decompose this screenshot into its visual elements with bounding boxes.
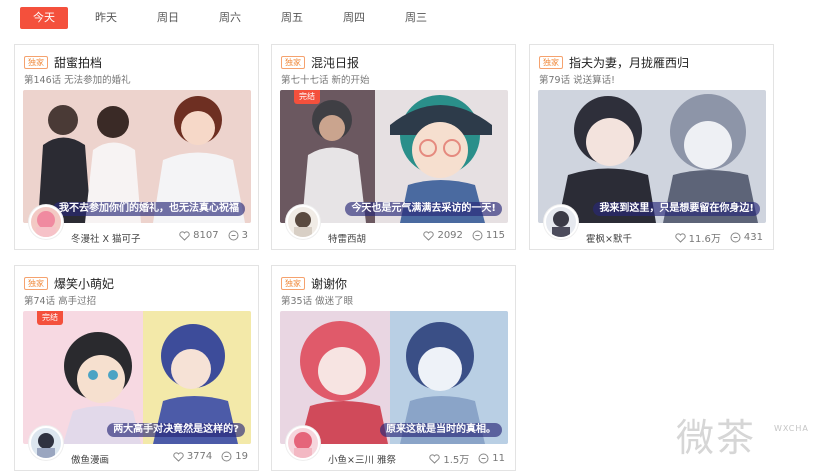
author-avatar[interactable] (286, 426, 320, 460)
comment-bubble-icon (228, 230, 239, 241)
comic-cover[interactable]: 完结 两大高手对决竟然是这样的? (23, 311, 251, 444)
like-count[interactable]: 3774 (173, 451, 212, 462)
comment-count-value: 3 (241, 230, 248, 241)
author-name[interactable]: 小鱼×三川 雅祭 (328, 452, 396, 466)
watermark-subtext: WXCHA (774, 424, 809, 433)
tab-thursday[interactable]: 周四 (330, 7, 378, 29)
heart-icon (179, 230, 190, 241)
tab-wednesday[interactable]: 周三 (392, 7, 440, 29)
comic-title[interactable]: 谢谢你 (311, 275, 347, 292)
author-name[interactable]: 特雷西胡 (328, 231, 366, 245)
exclusive-badge: 独家 (539, 55, 563, 69)
like-count[interactable]: 8107 (179, 230, 219, 241)
cover-caption: 今天也是元气满满去采访的一天! (345, 202, 502, 216)
exclusive-badge: 独家 (281, 276, 305, 290)
card-stats: 1.5万 11 (420, 451, 505, 466)
cover-caption: 原来这就是当时的真相。 (380, 423, 502, 437)
comment-count[interactable]: 11 (478, 453, 505, 464)
comment-count[interactable]: 19 (221, 451, 248, 462)
comic-card[interactable]: 独家 甜蜜拍档 第146话 无法参加的婚礼 我不去参加你们的婚礼，也无法真心祝福… (14, 44, 259, 250)
tab-friday[interactable]: 周五 (268, 7, 316, 29)
cover-caption: 我不去参加你们的婚礼，也无法真心祝福 (53, 202, 245, 216)
cover-caption: 两大高手对决竟然是这样的? (107, 423, 245, 437)
exclusive-badge: 独家 (24, 55, 48, 69)
episode-title[interactable]: 第74话 高手过招 (24, 293, 96, 307)
author-name[interactable]: 霍枫×默千 (586, 231, 632, 245)
comic-cover[interactable]: 我不去参加你们的婚礼，也无法真心祝福 (23, 90, 251, 223)
comment-bubble-icon (221, 451, 232, 462)
like-count[interactable]: 1.5万 (429, 451, 469, 466)
comic-cover[interactable]: 我来到这里，只是想要留在你身边! (538, 90, 766, 223)
card-stats: 2092 115 (414, 230, 505, 241)
comic-card[interactable]: 独家 爆笑小萌妃 第74话 高手过招 完结 两大高手对决竟然是这样的? 傲鱼漫画… (14, 265, 259, 471)
author-avatar[interactable] (29, 426, 63, 460)
author-name[interactable]: 冬漫社 X 猫可子 (71, 231, 141, 245)
day-tabs: 今天 昨天 周日 周六 周五 周四 周三 (20, 7, 454, 29)
tab-yesterday[interactable]: 昨天 (82, 7, 130, 29)
comic-card[interactable]: 独家 指夫为妻，月拢雁西归 第79话 说送算话! 我来到这里，只是想要留在你身边… (529, 44, 774, 250)
author-avatar[interactable] (544, 205, 578, 239)
author-avatar[interactable] (286, 205, 320, 239)
comment-bubble-icon (730, 232, 741, 243)
heart-icon (423, 230, 435, 241)
like-count-value: 11.6万 (688, 234, 721, 245)
like-count[interactable]: 2092 (423, 230, 463, 241)
exclusive-badge: 独家 (24, 276, 48, 290)
like-count-value: 3774 (186, 451, 213, 462)
comic-title[interactable]: 指夫为妻，月拢雁西归 (569, 54, 689, 71)
episode-title[interactable]: 第35话 做迷了眼 (281, 293, 353, 307)
card-stats: 3774 19 (164, 451, 248, 462)
heart-icon (173, 451, 184, 462)
comment-count-value: 115 (485, 230, 505, 241)
comic-card[interactable]: 独家 混沌日报 第七十七话 新的开始 完结 今天也是元气满满去采访的一天! 特雷… (271, 44, 516, 250)
like-count-value: 2092 (437, 230, 463, 241)
heart-icon (429, 453, 441, 464)
comment-count-value: 11 (492, 453, 505, 464)
like-count-value: 1.5万 (443, 455, 470, 466)
comment-count-value: 19 (235, 451, 248, 462)
comment-count-value: 431 (743, 232, 763, 243)
like-count-value: 8107 (193, 230, 219, 241)
cover-caption: 我来到这里，只是想要留在你身边! (593, 202, 760, 216)
comic-title[interactable]: 甜蜜拍档 (54, 54, 102, 71)
comic-cover[interactable]: 完结 今天也是元气满满去采访的一天! (280, 90, 508, 223)
author-avatar[interactable] (29, 205, 63, 239)
comment-count[interactable]: 115 (472, 230, 505, 241)
tab-today[interactable]: 今天 (20, 7, 68, 29)
comic-title[interactable]: 混沌日报 (311, 54, 359, 71)
episode-title[interactable]: 第七十七话 新的开始 (281, 72, 370, 86)
card-stats: 8107 3 (170, 230, 248, 241)
comment-count[interactable]: 431 (730, 232, 763, 243)
card-stats: 11.6万 431 (666, 230, 763, 245)
tab-sunday[interactable]: 周日 (144, 7, 192, 29)
episode-title[interactable]: 第79话 说送算话! (539, 72, 615, 86)
tab-saturday[interactable]: 周六 (206, 7, 254, 29)
watermark-text: 微茶 (676, 415, 757, 460)
comment-bubble-icon (472, 230, 483, 241)
like-count[interactable]: 11.6万 (674, 230, 721, 245)
comment-bubble-icon (478, 453, 489, 464)
episode-title[interactable]: 第146话 无法参加的婚礼 (24, 72, 131, 86)
comic-cover[interactable]: 原来这就是当时的真相。 (280, 311, 508, 444)
comic-card[interactable]: 独家 谢谢你 第35话 做迷了眼 原来这就是当时的真相。 小鱼×三川 雅祭 1.… (271, 265, 516, 471)
comment-count[interactable]: 3 (228, 230, 248, 241)
completed-tag: 完结 (294, 90, 320, 104)
author-name[interactable]: 傲鱼漫画 (71, 452, 109, 466)
site-watermark: 微茶 WXCHA (676, 408, 826, 460)
heart-icon (674, 232, 686, 243)
exclusive-badge: 独家 (281, 55, 305, 69)
comic-title[interactable]: 爆笑小萌妃 (54, 275, 114, 292)
completed-tag: 完结 (37, 311, 63, 325)
